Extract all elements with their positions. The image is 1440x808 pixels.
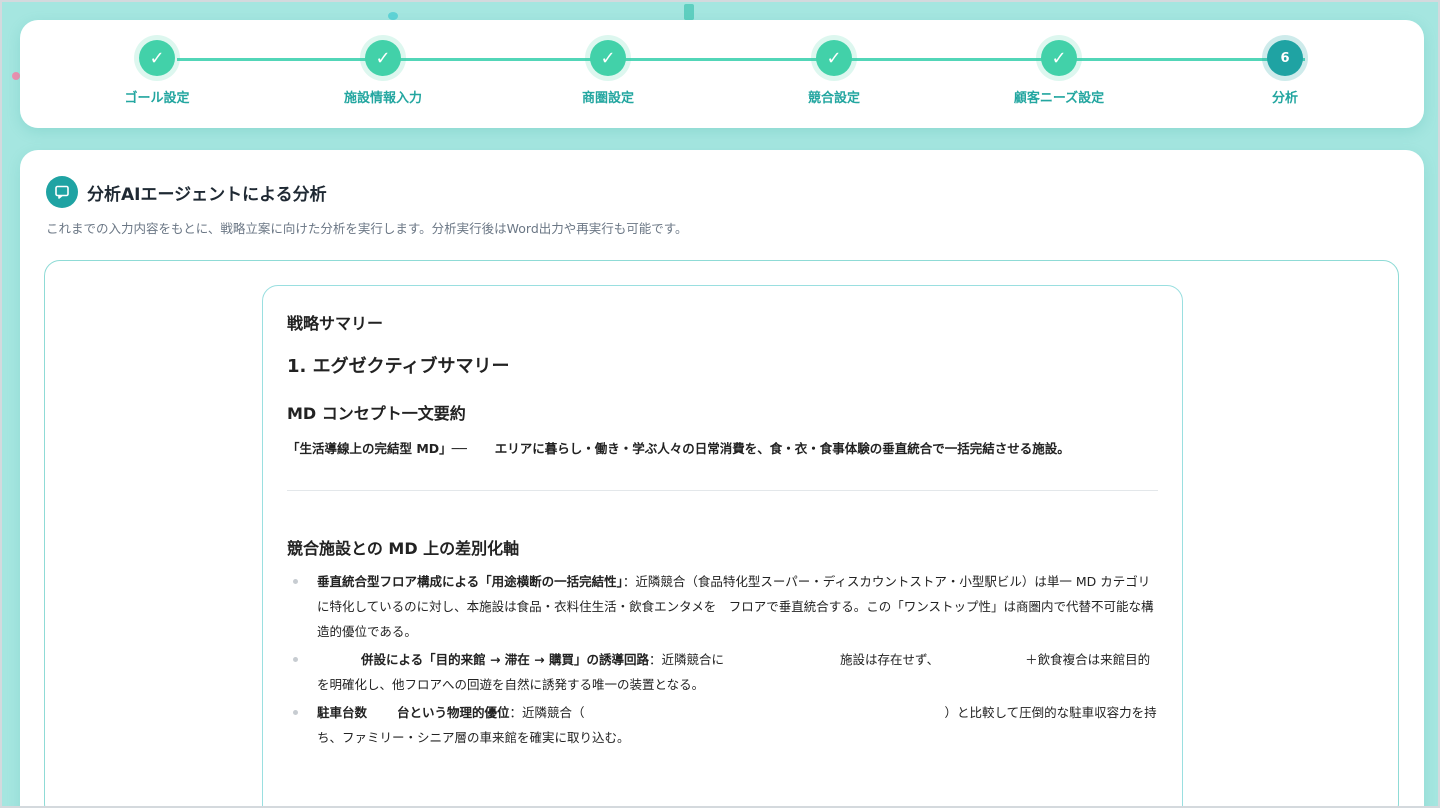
step-label: 施設情報入力 xyxy=(343,91,422,106)
step-label: 顧客ニーズ設定 xyxy=(1013,91,1105,106)
section-header: 分析AIエージェントによる分析 xyxy=(46,176,327,208)
step-customer-needs[interactable]: ✓ 顧客ニーズ設定 xyxy=(979,40,1139,106)
background-decoration xyxy=(388,12,398,20)
progress-stepper: ✓ ゴール設定 ✓ 施設情報入力 ✓ 商圏設定 ✓ 競合設定 ✓ 顧客ニーズ設定… xyxy=(20,20,1424,128)
step-number: 6 xyxy=(1267,40,1303,76)
step-goal[interactable]: ✓ ゴール設定 xyxy=(77,40,237,106)
step-label: 分析 xyxy=(1271,91,1298,106)
divider xyxy=(287,490,1158,491)
step-label: 商圏設定 xyxy=(581,91,634,106)
step-competitors[interactable]: ✓ 競合設定 xyxy=(754,40,914,106)
analysis-panel: 分析AIエージェントによる分析 これまでの入力内容をもとに、戦略立案に向けた分析… xyxy=(20,150,1424,808)
background-decoration xyxy=(684,4,694,20)
strategy-summary-document: 戦略サマリー 1. エグゼクティブサマリー MD コンセプト一文要約 「生活導線… xyxy=(262,285,1183,808)
background-decoration xyxy=(12,72,20,80)
check-icon: ✓ xyxy=(365,40,401,76)
list-item: 垂直統合型フロア構成による「用途横断の一括完結性」：近隣競合（食品特化型スーパー… xyxy=(287,569,1158,644)
check-icon: ✓ xyxy=(1041,40,1077,76)
check-icon: ✓ xyxy=(590,40,626,76)
concept-heading: MD コンセプト一文要約 xyxy=(287,404,466,423)
concept-paragraph: 「生活導線上の完結型 MD」── エリアに暮らし・働き・学ぶ人々の日常消費を、食・… xyxy=(287,436,1158,461)
step-facility-info[interactable]: ✓ 施設情報入力 xyxy=(303,40,463,106)
differentiation-heading: 競合施設との MD 上の差別化軸 xyxy=(287,539,520,558)
check-icon: ✓ xyxy=(816,40,852,76)
executive-summary-heading: 1. エグゼクティブサマリー xyxy=(287,356,510,377)
section-description: これまでの入力内容をもとに、戦略立案に向けた分析を実行します。分析実行後はWor… xyxy=(46,221,688,236)
document-title: 戦略サマリー xyxy=(287,314,384,333)
concept-text: エリアに暮らし・働き・学ぶ人々の日常消費を、食・衣・食事体験の垂直統合で一括完結… xyxy=(494,441,1070,456)
list-item: 駐車台数 台という物理的優位：近隣競合（ ）と比較して圧倒的な駐車収容力を持ち、ファ… xyxy=(287,700,1158,750)
list-item: 併設による「目的来館 → 滞在 → 購買」の誘導回路：近隣競合に 施設は存在せず、… xyxy=(287,647,1158,697)
step-label: 競合設定 xyxy=(807,91,860,106)
check-icon: ✓ xyxy=(139,40,175,76)
chat-icon xyxy=(46,176,78,208)
step-trade-area[interactable]: ✓ 商圏設定 xyxy=(528,40,688,106)
concept-bold: 「生活導線上の完結型 MD」── xyxy=(287,441,467,456)
differentiation-list: 垂直統合型フロア構成による「用途横断の一括完結性」：近隣競合（食品特化型スーパー… xyxy=(287,569,1158,750)
step-label: ゴール設定 xyxy=(124,91,190,106)
section-title: 分析AIエージェントによる分析 xyxy=(87,184,327,205)
step-analysis[interactable]: 6 分析 xyxy=(1205,40,1365,106)
analysis-result-container: 戦略サマリー 1. エグゼクティブサマリー MD コンセプト一文要約 「生活導線… xyxy=(44,260,1399,808)
